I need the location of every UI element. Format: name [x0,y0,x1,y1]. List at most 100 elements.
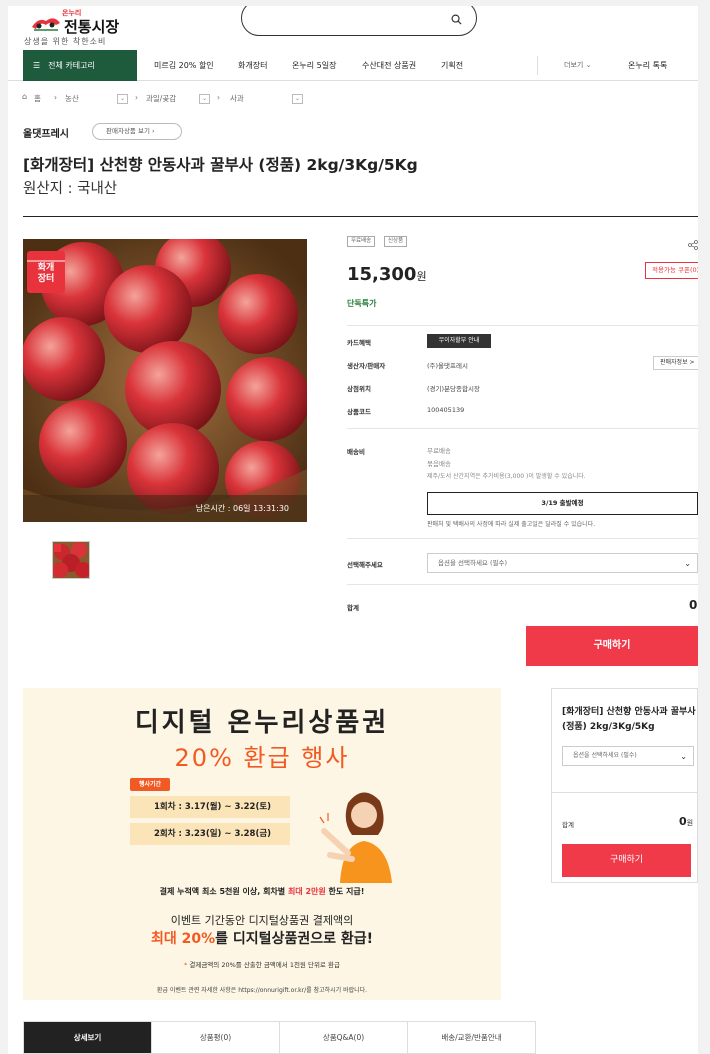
seller-info-button[interactable]: 판매자정보 > [653,356,698,370]
woman-illustration [319,792,392,883]
product-thumbnail[interactable] [52,541,90,579]
side-total-number: 0 [679,815,687,828]
product-origin: 원산지 : 국내산 [23,181,118,197]
nav-item-5day-market[interactable]: 온누리 5일장 [292,50,336,81]
info-divider [347,325,698,326]
round-2: 2회차 : 3.23(일) ~ 3.28(금) [130,823,290,845]
shipping-label: 배송비 [347,448,365,456]
breadcrumb-dropdown-3[interactable]: ⌄ [292,94,303,104]
menu-icon: ☰ [33,61,41,70]
seller-products-label: 판매자상품 보기 [106,127,150,135]
breadcrumb-nongsan[interactable]: 농산 [65,93,79,104]
nav-item-exhibition[interactable]: 기획전 [441,50,463,81]
option-label: 선택해주세요 [347,561,383,569]
chevron-down-icon: ⌄ [680,752,687,761]
card-benefit-label: 카드혜택 [347,339,371,347]
breadcrumb: ⌂ 홈 › 농산 ⌄ › 과일/곶감 ⌄ › 사과 ⌄ [22,90,322,106]
banner-footnote: 환급 이벤트 관련 자세한 사항은 https://onnurigift.or.… [156,987,368,994]
round-2-dates: 3.23(일) ~ 3.28(금) [184,829,272,839]
home-icon[interactable]: ⌂ [22,92,27,101]
option-select[interactable]: 옵션을 선택하세요 (필수) ⌄ [427,553,698,573]
nav-divider [537,56,538,75]
all-categories-button[interactable]: ☰ 전체 카테고리 [23,50,137,81]
tab-details[interactable]: 상세보기 [24,1022,152,1053]
nav-item-miregim[interactable]: 미르김 20% 할인 [154,50,214,81]
tab-reviews[interactable]: 상품평(0) [152,1022,280,1053]
banner-limit-c: 한도 지급! [325,887,365,896]
main-nav: ☰ 전체 카테고리 미르김 20% 할인 화개장터 온누리 5일장 수산대전 상… [8,50,698,81]
hwagae-badge: 화개 장터 [37,263,55,284]
share-icon[interactable] [688,240,698,250]
chevron-right-icon: › [152,127,155,135]
site-logo[interactable]: 온누리 전통시장 상생을 위한 착한소비 [22,8,142,48]
search-input[interactable] [241,6,477,36]
seller-name[interactable]: 올댓프레시 [23,125,69,140]
product-code-label: 상품코드 [347,408,371,416]
banner-limit-a: 결제 누적액 최소 5천원 이상, 회차별 [159,887,288,896]
tab-qna[interactable]: 상품Q&A(0) [280,1022,408,1053]
total-label: 합계 [347,604,359,612]
side-option-placeholder: 옵션을 선택하세요 (필수) [573,752,637,759]
nav-more-label: 더보기 [564,61,584,69]
round-1-label: 1회차 : [154,802,185,812]
top-header: 온누리 전통시장 상생을 위한 착한소비 [8,6,698,50]
info-divider [347,428,698,429]
side-divider [552,792,698,793]
logo-title: 전통시장 [64,18,120,36]
price-unit: 원 [416,270,427,283]
info-divider [347,584,698,585]
market-location-value[interactable]: (경기)분당종합시장 [427,383,480,393]
nav-item-hwagae[interactable]: 화개장터 [238,50,267,81]
event-banner[interactable]: 디지털 온누리상품권 20% 환급 행사 행사기간 1회차 : 3.17(월) … [23,688,501,1000]
nav-item-seafood-voucher[interactable]: 수산대전 상품권 [362,50,416,81]
tag-free-shipping: 무료배송 [347,236,376,247]
product-title: [화개장터] 산천향 안동사과 꿀부사 (정품) 2kg/3Kg/5Kg [23,156,418,174]
tab-shipping-returns[interactable]: 배송/교환/반품안내 [408,1022,535,1053]
banner-note-text: 결제금액의 20%를 산출한 금액에서 1천원 단위로 환급 [187,961,340,969]
exclusive-deal-label: 단독특가 [347,299,377,308]
product-price: 15,300원 [347,264,427,285]
shipping-free: 무료배송 [427,447,451,455]
chevron-down-icon: ⌄ [684,559,691,568]
round-1: 1회차 : 3.17(월) ~ 3.22(토) [130,796,290,818]
sticky-purchase-panel: [화개장터] 산천향 안동사과 꿀부사 (정품) 2kg/3Kg/5Kg 옵션을… [551,688,698,883]
nav-talk[interactable]: 온누리 톡톡 [628,50,667,81]
tag-new-product: 신상품 [384,236,408,247]
breadcrumb-fruit[interactable]: 과일/곶감 [146,93,176,104]
title-divider [23,216,698,217]
producer-value: (주)올댓프레시 [427,362,468,370]
buy-button[interactable]: 구매하기 [526,626,698,666]
chevron-down-icon: ⌄ [585,61,592,69]
ship-date-note: 판매처 및 택배사의 사정에 따라 실제 출고일은 달라질 수 있습니다. [427,521,596,528]
installment-info-button[interactable]: 무이자할부 안내 [427,334,491,348]
price-value: 15,300 [347,264,417,285]
breadcrumb-sep-icon: › [217,93,220,102]
side-total-unit: 원 [686,819,694,827]
banner-title: 디지털 온누리상품권 [134,708,390,738]
breadcrumb-home[interactable]: 홈 [34,93,41,104]
banner-limit-text: 결제 누적액 최소 5천원 이상, 회차별 최대 2만원 한도 지급! [23,886,501,897]
remaining-time: 남은시간 : 06일 13:31:30 [23,495,307,522]
seller-products-button[interactable]: 판매자상품 보기 › [92,123,182,140]
breadcrumb-dropdown-2[interactable]: ⌄ [199,94,210,104]
total-value: 0 [689,598,698,612]
round-1-dates: 3.17(월) ~ 3.22(토) [184,802,272,812]
coupon-button[interactable]: 적용가능 쿠폰(0) [645,262,698,279]
side-buy-button[interactable]: 구매하기 [562,844,691,877]
product-code-value: 100405139 [427,406,465,414]
breadcrumb-dropdown-1[interactable]: ⌄ [117,94,128,104]
thumbnail-image [53,542,89,578]
banner-subtitle: 20% 환급 행사 [174,744,350,772]
side-option-select[interactable]: 옵션을 선택하세요 (필수) ⌄ [562,746,694,766]
breadcrumb-apple[interactable]: 사과 [230,93,244,104]
apple-basket-image [23,239,307,522]
shipping-extra-fee: 제주/도서 산간지역은 추가비용(3,000 )이 발생할 수 있습니다. [427,473,586,480]
banner-refund-rest: 를 디지털상품권으로 환급! [215,931,373,947]
banner-refund-line1: 이벤트 기간동안 디지털상품권 결제액의 [170,914,354,927]
search-icon[interactable] [451,14,462,25]
product-main-image[interactable]: 화개 장터 남은시간 : 06일 13:31:30 [23,239,307,522]
banner-note: * 결제금액의 20%를 산출한 금액에서 1천원 단위로 환급 [23,959,501,969]
detail-tabs: 상세보기 상품평(0) 상품Q&A(0) 배송/교환/반품안내 [23,1021,536,1054]
nav-more-button[interactable]: 더보기 ⌄ [564,50,591,81]
product-page: 온누리 전통시장 상생을 위한 착한소비 ☰ 전체 카테고리 미르김 20% 할… [8,6,698,1054]
